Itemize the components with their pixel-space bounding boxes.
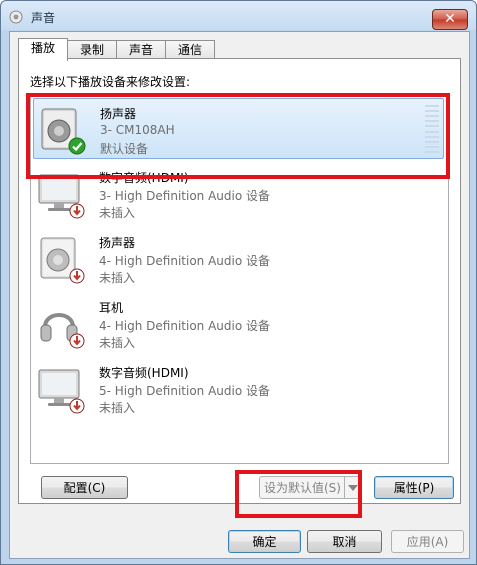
properties-button[interactable]: 属性(P) — [374, 476, 454, 499]
close-button[interactable]: ✕ — [432, 9, 468, 30]
device-description: 4- High Definition Audio 设备 — [99, 254, 271, 268]
tab-sounds[interactable]: 声音 — [116, 40, 166, 60]
instruction-label: 选择以下播放设备来修改设置: — [30, 75, 191, 89]
chevron-down-icon[interactable] — [344, 477, 361, 498]
device-description: 3- High Definition Audio 设备 — [99, 189, 271, 203]
device-list[interactable]: 扬声器 3- CM108AH 默认设备 数字音频(HDMI) 3- High D… — [30, 95, 449, 464]
device-description: 3- CM108AH — [100, 123, 175, 137]
volume-level-meter — [425, 105, 439, 153]
tab-recording[interactable]: 录制 — [67, 40, 117, 60]
device-status: 未插入 — [99, 206, 136, 220]
device-name: 耳机 — [99, 301, 124, 315]
window-title: 声音 — [31, 11, 56, 25]
device-name: 数字音频(HDMI) — [99, 171, 189, 185]
playback-panel: 选择以下播放设备来修改设置: 扬声器 3- CM108AH 默认设备 数字音频(… — [18, 58, 461, 504]
dialog-body: 播放 录制 声音 通信 选择以下播放设备来修改设置: 扬声器 3- CM108A… — [9, 31, 470, 559]
device-status: 默认设备 — [100, 142, 149, 156]
device-status: 未插入 — [99, 271, 136, 285]
device-status: 未插入 — [99, 336, 136, 350]
apply-button[interactable]: 应用(A) — [391, 530, 464, 553]
device-status: 未插入 — [99, 401, 136, 415]
device-description: 4- High Definition Audio 设备 — [99, 319, 271, 333]
device-item-hdmi-5[interactable]: 数字音频(HDMI) 5- High Definition Audio 设备 未… — [33, 358, 444, 419]
ok-button[interactable]: 确定 — [228, 530, 301, 553]
tab-playback[interactable]: 播放 — [18, 38, 68, 61]
device-description: 5- High Definition Audio 设备 — [99, 384, 271, 398]
sound-dialog: 声音 ✕ 播放 录制 声音 通信 选择以下播放设备来修改设置: 扬声器 3- C… — [0, 0, 477, 565]
unplugged-icon — [69, 268, 85, 284]
device-name: 扬声器 — [100, 107, 137, 121]
device-name: 数字音频(HDMI) — [99, 366, 189, 380]
configure-button[interactable]: 配置(C) — [41, 476, 128, 499]
default-check-icon — [68, 137, 86, 155]
unplugged-icon — [69, 398, 85, 414]
tab-communications[interactable]: 通信 — [165, 40, 215, 60]
title-bar[interactable]: 声音 ✕ — [1, 1, 476, 31]
set-default-label: 设为默认值(S) — [264, 481, 341, 495]
unplugged-icon — [69, 203, 85, 219]
device-item-headphones-4[interactable]: 耳机 4- High Definition Audio 设备 未插入 — [33, 293, 444, 354]
cancel-button[interactable]: 取消 — [307, 530, 382, 553]
set-default-button[interactable]: 设为默认值(S) — [259, 476, 362, 499]
unplugged-icon — [69, 333, 85, 349]
device-item-speakers-4[interactable]: 扬声器 4- High Definition Audio 设备 未插入 — [33, 228, 444, 289]
device-name: 扬声器 — [99, 236, 136, 250]
device-item-speakers-cm108ah[interactable]: 扬声器 3- CM108AH 默认设备 — [33, 98, 444, 159]
sound-icon — [9, 10, 23, 24]
device-item-hdmi-3[interactable]: 数字音频(HDMI) 3- High Definition Audio 设备 未… — [33, 163, 444, 224]
